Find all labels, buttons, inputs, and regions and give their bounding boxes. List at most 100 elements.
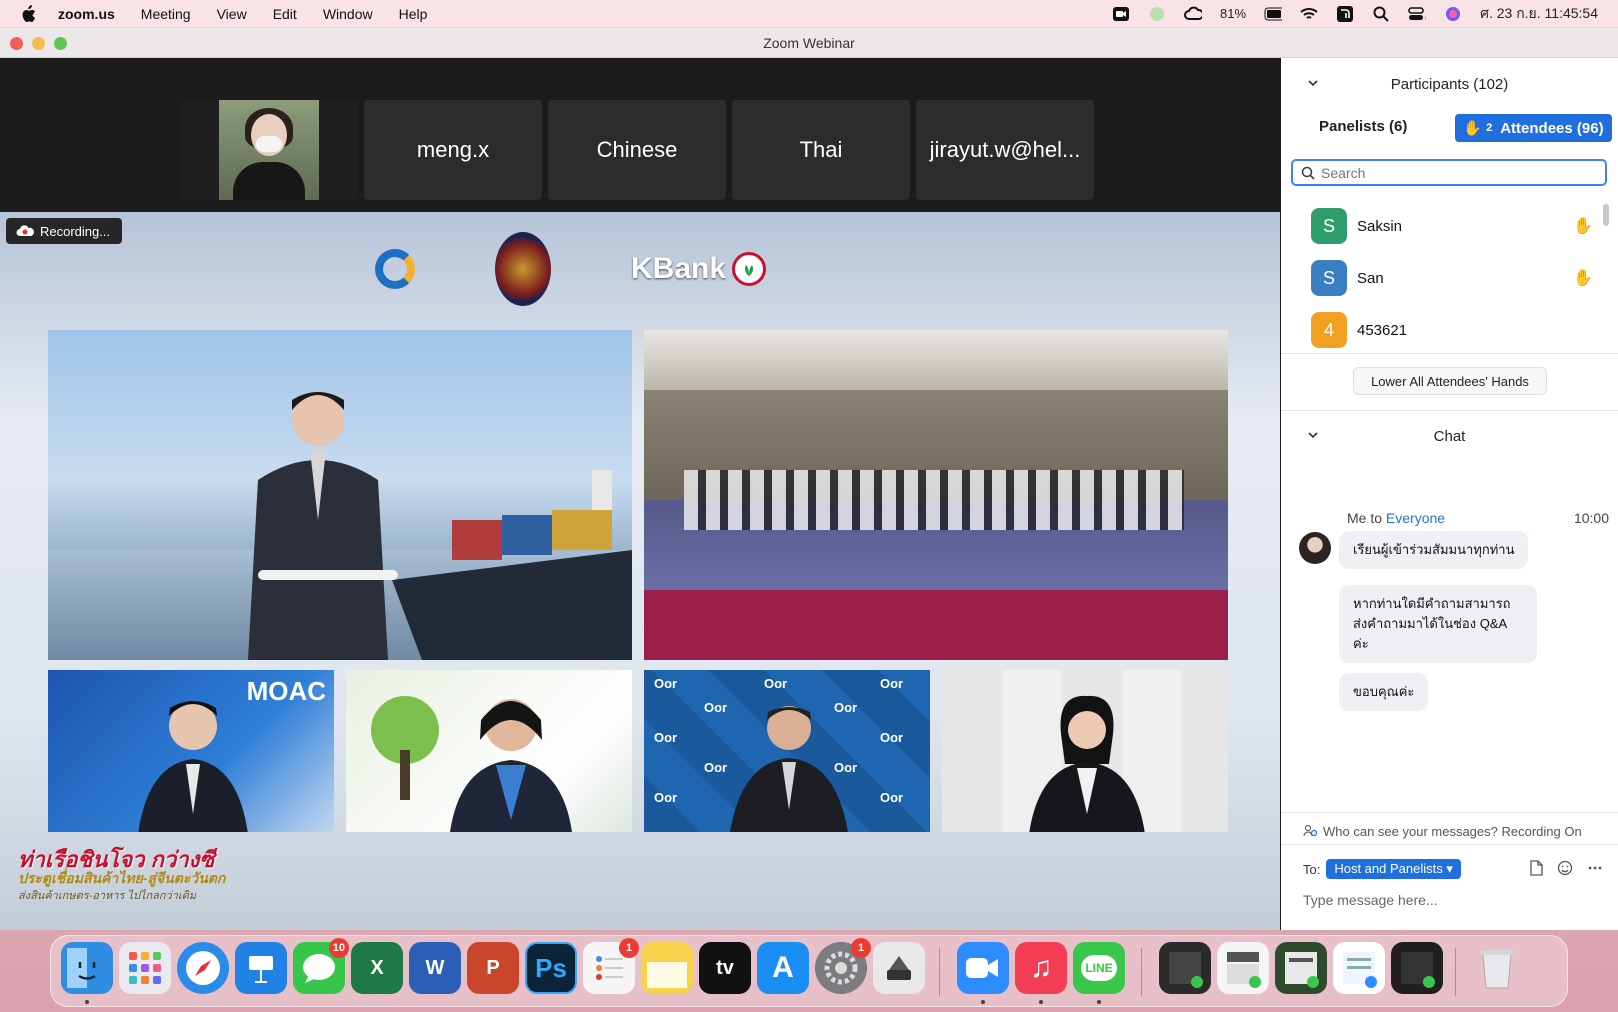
dock-safari-icon[interactable] [177,942,229,994]
dock-launchpad-icon[interactable] [119,942,171,994]
notification-badge: 1 [619,938,639,958]
participant-search[interactable] [1291,159,1607,186]
file-icon[interactable] [1529,860,1543,879]
menu-meeting[interactable]: Meeting [141,6,191,22]
raised-hand-icon[interactable]: ✋ [1573,268,1593,288]
moac-logo: MOAC [246,676,326,706]
chat-bubble[interactable]: ขอบคุณค่ะ [1339,673,1429,711]
side-panel: Participants (102) Panelists (6) ✋ 2 Att… [1281,58,1618,930]
caret-down-icon: ▾ [1446,861,1453,876]
wifi-icon[interactable] [1300,6,1318,22]
notification-badge: 1 [851,938,871,958]
chat-message-meta: Me to Everyone 10:00 [1347,510,1609,526]
slide-banner-caption: ส่งสินค้าเกษตร-อาหาร ไปไกลกว่าเดิม [18,890,197,902]
dock-music-icon[interactable]: ♫ [1015,942,1067,994]
close-window-button[interactable] [10,37,23,50]
dock-settings-icon[interactable]: 1 [815,938,871,994]
dock-word-icon[interactable]: W [409,942,461,994]
zoom-status-icon[interactable] [1112,6,1130,22]
dock-reminders-icon[interactable]: 1 [583,938,639,994]
input-source-icon[interactable] [1336,5,1354,22]
video-tile-chinese[interactable]: Chinese [548,100,726,200]
meeting-stage: meng.x Chinese Thai jirayut.w@hel... Rec… [0,58,1280,930]
battery-icon[interactable] [1264,6,1283,22]
participant-list: S Saksin ✋ S San ✋ 4 453621 [1281,194,1618,354]
chevron-down-icon[interactable] [1307,429,1319,441]
chat-recipient-dropdown[interactable]: Host and Panelists ▾ [1326,859,1461,879]
raised-hand-icon: ✋ [1463,120,1483,137]
dock-trash-icon[interactable] [1471,942,1523,994]
running-indicator [1039,1000,1043,1004]
participant-row[interactable]: 4 453621 [1311,310,1601,350]
dock-excel-icon[interactable]: X [351,942,403,994]
video-tile-jirayut[interactable]: jirayut.w@hel... [916,100,1094,200]
siri-icon[interactable] [1444,6,1462,22]
divider [1281,410,1618,411]
participant-video [219,100,319,200]
chevron-down-icon[interactable] [1307,77,1319,89]
search-input[interactable] [1321,164,1591,181]
dock-line-icon[interactable]: LINE [1073,942,1125,994]
chat-visibility-text: Who can see your messages? Recording On [1323,823,1582,839]
oor-logo: Oor [880,676,904,691]
host-person-image [248,392,398,660]
dock-zoom-icon[interactable] [957,942,1009,994]
menubar-datetime[interactable]: ศ. 23 ก.ย. 11:45:54 [1480,3,1598,25]
chat-message-input[interactable]: Type message here... [1303,892,1438,908]
dock-photoshop-icon[interactable]: Ps [525,942,577,994]
shared-screen[interactable]: Recording... KBank MOAC Oor Oor Oor Oor … [0,212,1280,930]
emoji-icon[interactable] [1557,860,1573,879]
chat-header[interactable]: Chat [1281,418,1618,454]
menu-edit[interactable]: Edit [273,6,297,22]
dock-minimized-window-2[interactable] [1217,942,1269,994]
fullscreen-window-button[interactable] [54,37,67,50]
tab-panelists[interactable]: Panelists (6) [1319,118,1407,135]
control-center-icon[interactable] [1408,6,1427,22]
dock-scanner-icon[interactable] [873,942,925,994]
lower-all-hands-button[interactable]: Lower All Attendees' Hands [1353,367,1547,395]
recording-indicator[interactable]: Recording... [6,218,123,244]
video-tile-meng[interactable]: meng.x [364,100,542,200]
apple-icon[interactable] [20,4,38,23]
green-status-icon[interactable] [1148,6,1166,22]
dock-notes-icon[interactable] [641,942,693,994]
dock-minimized-window-1[interactable] [1159,942,1211,994]
video-tile-thai[interactable]: Thai [732,100,910,200]
dock-app-label: Ps [535,952,567,983]
tab-attendees[interactable]: ✋ 2 Attendees (96) [1455,114,1612,142]
participants-header[interactable]: Participants (102) [1281,66,1618,102]
chat-bubble[interactable]: เรียนผู้เข้าร่วมสัมมนาทุกท่าน [1339,531,1529,569]
dock-minimized-window-4[interactable] [1333,942,1385,994]
dock-appstore-icon[interactable]: A [757,942,809,994]
video-tile-self[interactable] [180,100,358,200]
dock-finder-icon[interactable] [61,942,113,994]
menu-view[interactable]: View [217,6,247,22]
menu-window[interactable]: Window [323,6,373,22]
kbank-leaf-icon [732,252,767,286]
participant-scrollbar[interactable] [1603,204,1609,226]
participant-row[interactable]: S San ✋ [1311,258,1601,298]
participant-row[interactable]: S Saksin ✋ [1311,206,1601,246]
chat-bubble[interactable]: หากท่านใดมีคำถามสามารถส่งคำถามมาได้ในช่อ… [1339,585,1537,663]
tile-name: Chinese [596,137,678,162]
chat-visibility-note[interactable]: Who can see your messages? Recording On [1281,818,1618,844]
dock-minimized-window-5[interactable] [1391,942,1443,994]
container-ship-image [392,470,632,660]
creative-cloud-icon[interactable] [1184,6,1203,22]
dock-minimized-window-3[interactable] [1275,942,1327,994]
dock-keynote-icon[interactable] [235,942,287,994]
window-titlebar[interactable]: Zoom Webinar [0,28,1618,58]
oor-logo: Oor [654,790,678,805]
menu-help[interactable]: Help [399,6,428,22]
dock-app-label: P [486,956,500,979]
minimize-window-button[interactable] [32,37,45,50]
oor-logo: Oor [880,790,904,805]
dock-appletv-icon[interactable]: tv [699,942,751,994]
dock-app-label: X [370,956,384,979]
raised-hand-icon[interactable]: ✋ [1573,216,1593,236]
menu-app-name[interactable]: zoom.us [58,6,115,22]
dock-messages-icon[interactable]: 10 [293,938,349,994]
spotlight-search-icon[interactable] [1372,6,1390,22]
more-options-icon[interactable] [1587,860,1603,879]
dock-powerpoint-icon[interactable]: P [467,942,519,994]
